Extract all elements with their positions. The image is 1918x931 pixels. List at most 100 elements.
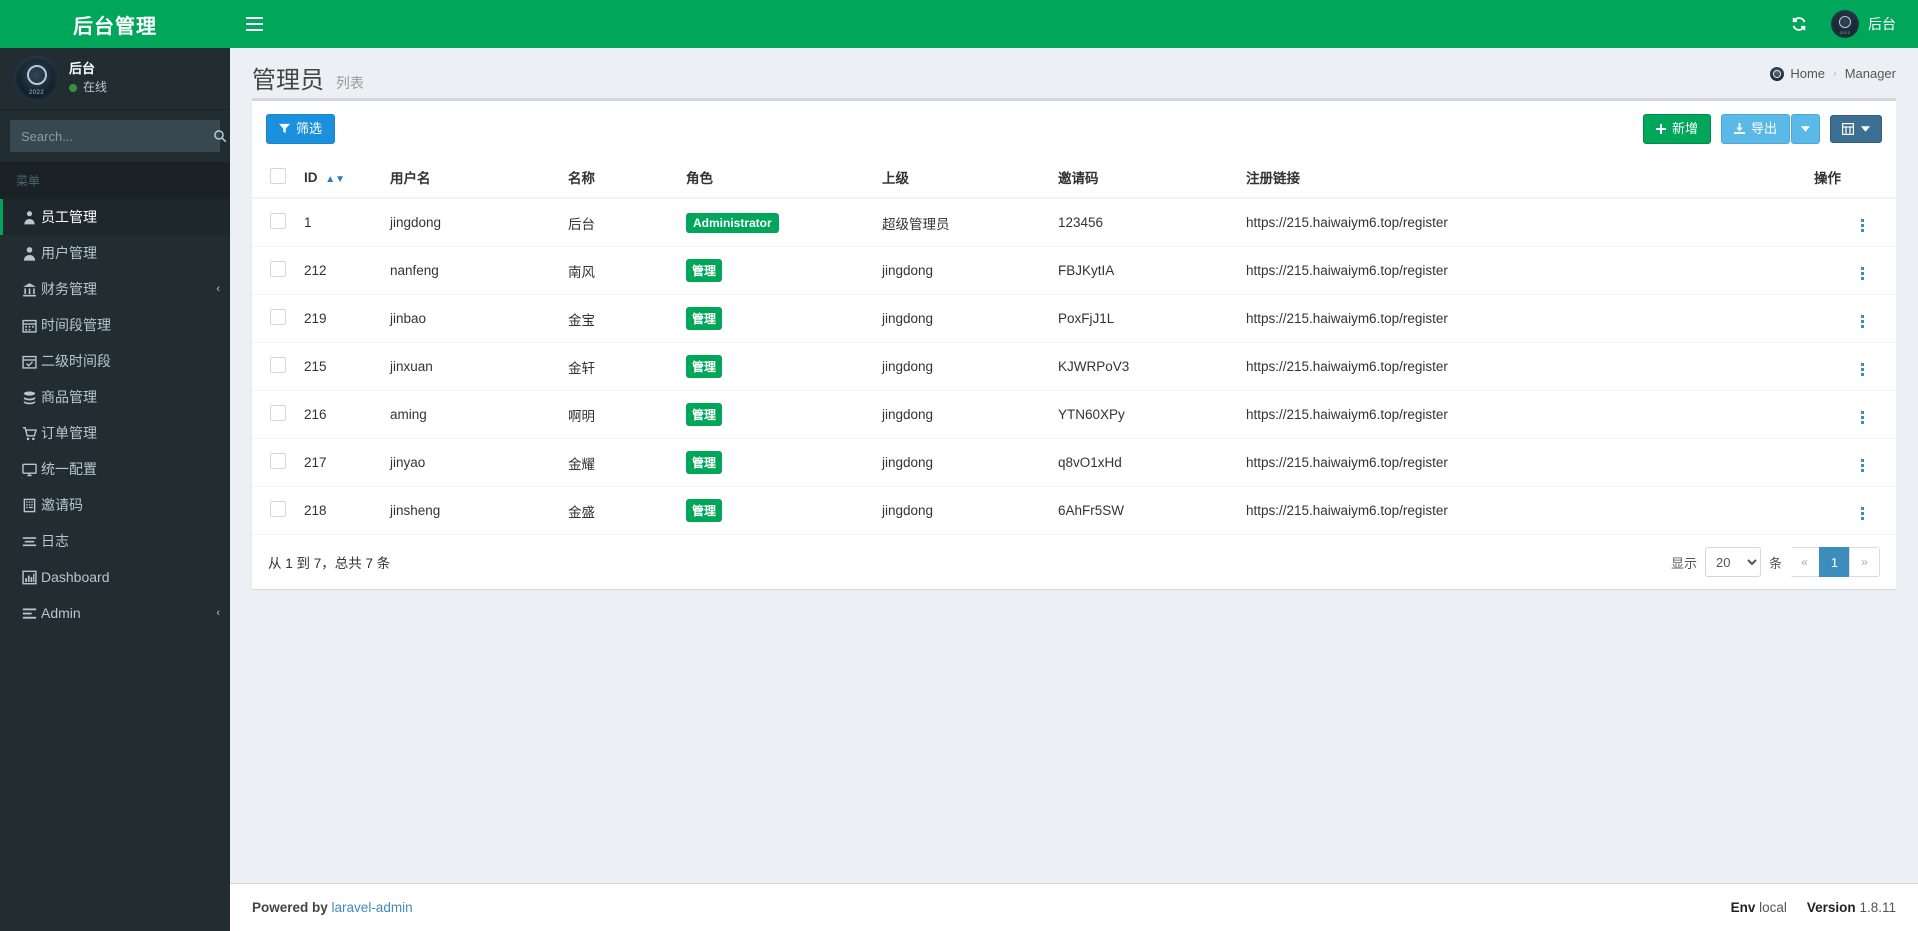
filter-button[interactable]: 筛选 [266,113,336,145]
row-actions-menu-icon[interactable] [1855,360,1870,379]
cell-code: 123456 [1050,197,1238,247]
sidebar-item-11[interactable]: Admin ‹ [0,595,230,631]
row-actions-menu-icon[interactable] [1855,456,1870,475]
search-icon[interactable] [207,121,230,151]
sidebar-link-7[interactable]: 统一配置 [0,451,230,487]
export-dropdown-toggle[interactable] [1791,113,1820,145]
user-tie-icon [17,210,41,225]
per-page-select[interactable]: 10203050100 [1704,547,1761,577]
sidebar-link-5[interactable]: 商品管理 [0,379,230,415]
sort-icon[interactable]: ▲▼ [325,174,345,185]
sidebar-item-label: 日志 [41,533,69,549]
download-icon [1733,123,1745,135]
row-actions-menu-icon[interactable] [1855,216,1870,235]
version-label: Version [1806,900,1856,915]
select-all-checkbox[interactable] [270,167,286,184]
sidebar-item-2[interactable]: 财务管理 ‹ [0,271,230,307]
pagination-page-1[interactable]: 1 [1819,547,1850,577]
sidebar-item-label: Dashboard [41,569,110,585]
cell-link: https://215.haiwaiym6.top/register [1238,486,1806,534]
plus-icon [1655,123,1666,134]
status-badge: 管理 [686,451,723,474]
sidebar-item-8[interactable]: 邀请码 [0,487,230,523]
column-header-name: 名称 [560,157,678,199]
sidebar-item-6[interactable]: 订单管理 [0,415,230,451]
row-actions-menu-icon[interactable] [1855,312,1870,331]
row-checkbox[interactable] [270,213,286,229]
status-badge: 管理 [686,403,723,426]
cell-role: Administrator [678,197,874,247]
row-checkbox[interactable] [270,309,286,325]
column-header-id[interactable]: ID ▲▼ [296,157,382,199]
navbar-user-name: 后台 [1868,16,1896,32]
export-button[interactable]: 导出 [1720,113,1790,145]
row-select-cell [252,486,296,534]
row-actions-menu-icon[interactable] [1855,504,1870,523]
export-button-label: 导出 [1750,120,1777,136]
sidebar-link-2[interactable]: 财务管理 ‹ [0,271,230,307]
pagination-prev[interactable]: « [1790,547,1820,577]
sidebar-link-10[interactable]: Dashboard [0,559,230,595]
sidebar-logo[interactable]: 后台管理 [0,0,230,48]
hamburger-icon[interactable] [230,0,278,48]
page-subtitle: 列表 [335,75,364,91]
row-checkbox[interactable] [270,357,286,373]
powered-by-label: Powered by [252,900,328,915]
sidebar-link-6[interactable]: 订单管理 [0,415,230,451]
sidebar-item-3[interactable]: 时间段管理 [0,307,230,343]
sidebar-link-3[interactable]: 时间段管理 [0,307,230,343]
row-actions-menu-icon[interactable] [1855,408,1870,427]
sidebar-item-1[interactable]: 用户管理 [0,235,230,271]
sidebar-item-10[interactable]: Dashboard [0,559,230,595]
list-icon [17,534,41,549]
cell-username: jinsheng [382,486,560,534]
sidebar-link-4[interactable]: 二级时间段 [0,343,230,379]
search-input[interactable] [11,121,207,151]
column-selector-button[interactable] [1830,114,1882,143]
sidebar-link-0[interactable]: 员工管理 [0,199,230,235]
cell-parent: jingdong [874,438,1050,487]
cell-action [1806,438,1896,487]
sidebar-link-1[interactable]: 用户管理 [0,235,230,271]
sidebar-item-4[interactable]: 二级时间段 [0,343,230,379]
footer-meta: Env local Version 1.8.11 [1731,900,1896,915]
cell-role: 管理 [678,246,874,295]
sidebar-link-9[interactable]: 日志 [0,523,230,559]
sidebar-item-7[interactable]: 统一配置 [0,451,230,487]
sidebar-item-9[interactable]: 日志 [0,523,230,559]
cell-action [1806,246,1896,295]
laravel-admin-link[interactable]: laravel-admin [332,900,413,915]
breadcrumb-home[interactable]: Home [1770,66,1825,81]
row-checkbox[interactable] [270,405,286,421]
online-dot-icon [69,83,77,92]
sidebar-link-8[interactable]: 邀请码 [0,487,230,523]
pagination-next[interactable]: » [1849,547,1880,577]
status-badge: 管理 [686,355,723,378]
cell-username: jinbao [382,294,560,343]
sidebar-item-5[interactable]: 商品管理 [0,379,230,415]
cell-code: q8vO1xHd [1050,438,1238,487]
status-badge: Administrator [686,212,779,233]
row-checkbox[interactable] [270,501,286,517]
pagination: « 1 » [1790,547,1880,577]
refresh-icon[interactable] [1781,0,1817,48]
row-actions-menu-icon[interactable] [1855,264,1870,283]
sidebar-link-11[interactable]: Admin ‹ [0,595,230,631]
sidebar-item-label: 统一配置 [41,461,97,477]
new-button[interactable]: 新增 [1642,113,1711,145]
navbar-user-menu[interactable]: 后台 [1827,0,1900,48]
bank-icon [17,282,41,297]
main-content: 筛选 新增 导出 ID ▲▼ 用户名 名称 角色 上级 邀请码 注册链接 操作 … [230,98,1918,871]
env-label: Env [1730,900,1756,915]
cell-parent: 超级管理员 [874,197,1050,247]
column-header-role: 角色 [678,157,874,199]
sidebar-item-0[interactable]: 员工管理 [0,199,230,235]
user-icon [17,246,41,261]
cell-code: PoxFjJ1L [1050,294,1238,343]
row-checkbox[interactable] [270,261,286,277]
cell-name: 金盛 [560,486,678,534]
row-checkbox[interactable] [270,453,286,469]
breadcrumb-separator: › [1833,67,1837,80]
per-page-unit: 条 [1768,555,1782,571]
cell-role: 管理 [678,342,874,391]
